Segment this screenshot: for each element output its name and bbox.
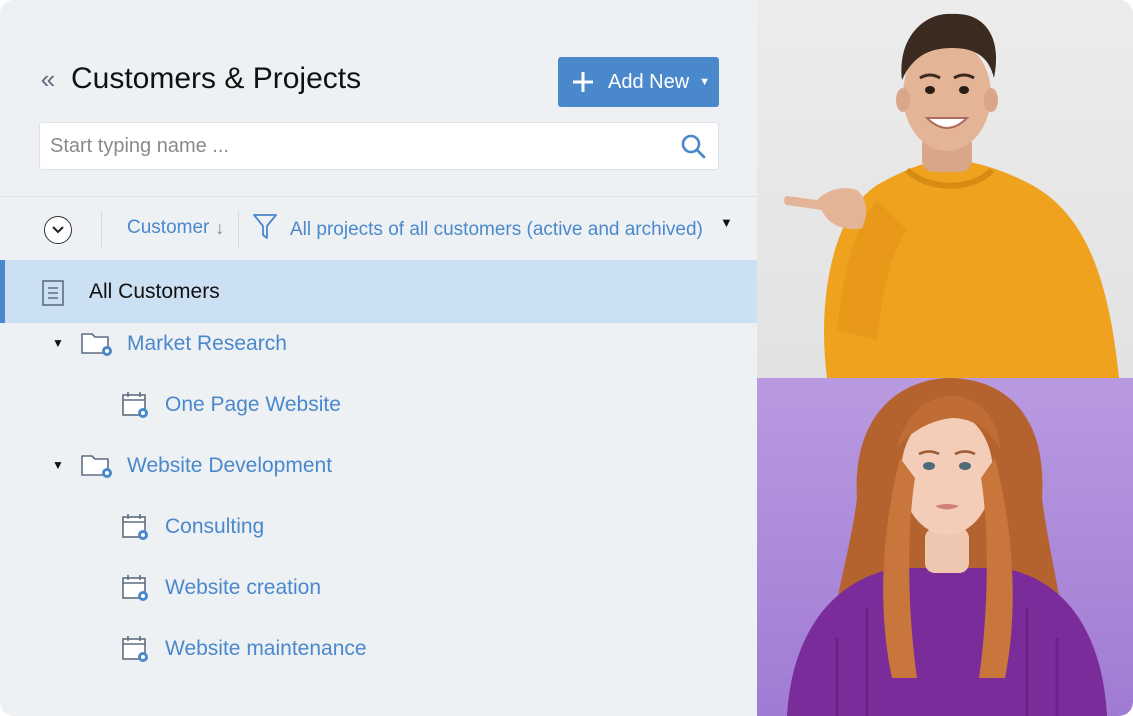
toolbar-separator [101,211,102,247]
list-toolbar: Customer ↓ All projects of all customers… [0,197,757,259]
tree-item-project[interactable]: One Page Website [0,385,757,425]
tree-item-label: Website Development [127,454,333,477]
photo-man-yellow-sweater [757,0,1133,378]
customer-folder-icon [80,327,116,364]
plus-icon [558,57,608,107]
tree-item-label: Website maintenance [165,637,367,660]
project-calendar-icon [121,512,151,547]
sort-arrow-icon: ↓ [215,217,225,238]
tree-item-customer[interactable]: ▼ Website Development [0,446,757,486]
search-box [39,122,719,170]
add-new-label: Add New [608,70,690,93]
customers-projects-panel: « Customers & Projects Add New ▼ Start t… [0,0,757,716]
app-frame: « Customers & Projects Add New ▼ Start t… [0,0,1133,716]
page-title: Customers & Projects [71,62,362,95]
project-calendar-icon [121,573,151,608]
tree-item-label: Consulting [165,515,265,538]
tree-item-project[interactable]: Website creation [0,568,757,608]
expand-toggle-icon[interactable]: ▼ [52,458,64,472]
tree-item-project[interactable]: Website maintenance [0,629,757,669]
filter-label: All projects of all customers (active an… [290,218,703,240]
customer-folder-icon [80,449,116,486]
tree-item-label: All Customers [89,280,220,303]
project-filter-button[interactable]: All projects of all customers (active an… [252,213,703,246]
sort-by-customer-button[interactable]: Customer ↓ [127,217,224,239]
tree-item-label: Market Research [127,332,287,355]
expand-toggle-icon[interactable]: ▼ [52,336,64,350]
add-new-button[interactable]: Add New ▼ [558,57,719,107]
filter-icon [252,213,278,246]
expand-all-button[interactable] [44,216,72,244]
photo-woman-purple-sweater [757,378,1133,716]
project-calendar-icon [121,390,151,425]
tree-item-customer[interactable]: ▼ Market Research [0,324,757,364]
search-input[interactable] [40,134,668,158]
tree-item-all-customers[interactable]: All Customers [0,260,757,323]
search-icon[interactable] [668,123,718,169]
tree-item-project[interactable]: Consulting [0,507,757,547]
sort-label: Customer [127,217,210,238]
toolbar-separator [238,211,239,247]
list-document-icon [42,280,64,311]
tree-item-label: One Page Website [165,393,341,416]
project-calendar-icon [121,634,151,669]
tree-item-label: Website creation [165,576,322,599]
collapse-panel-icon[interactable]: « [36,64,60,94]
filter-dropdown-icon[interactable]: ▼ [720,215,733,230]
caret-down-icon: ▼ [699,76,711,88]
chevron-down-icon [52,221,64,239]
